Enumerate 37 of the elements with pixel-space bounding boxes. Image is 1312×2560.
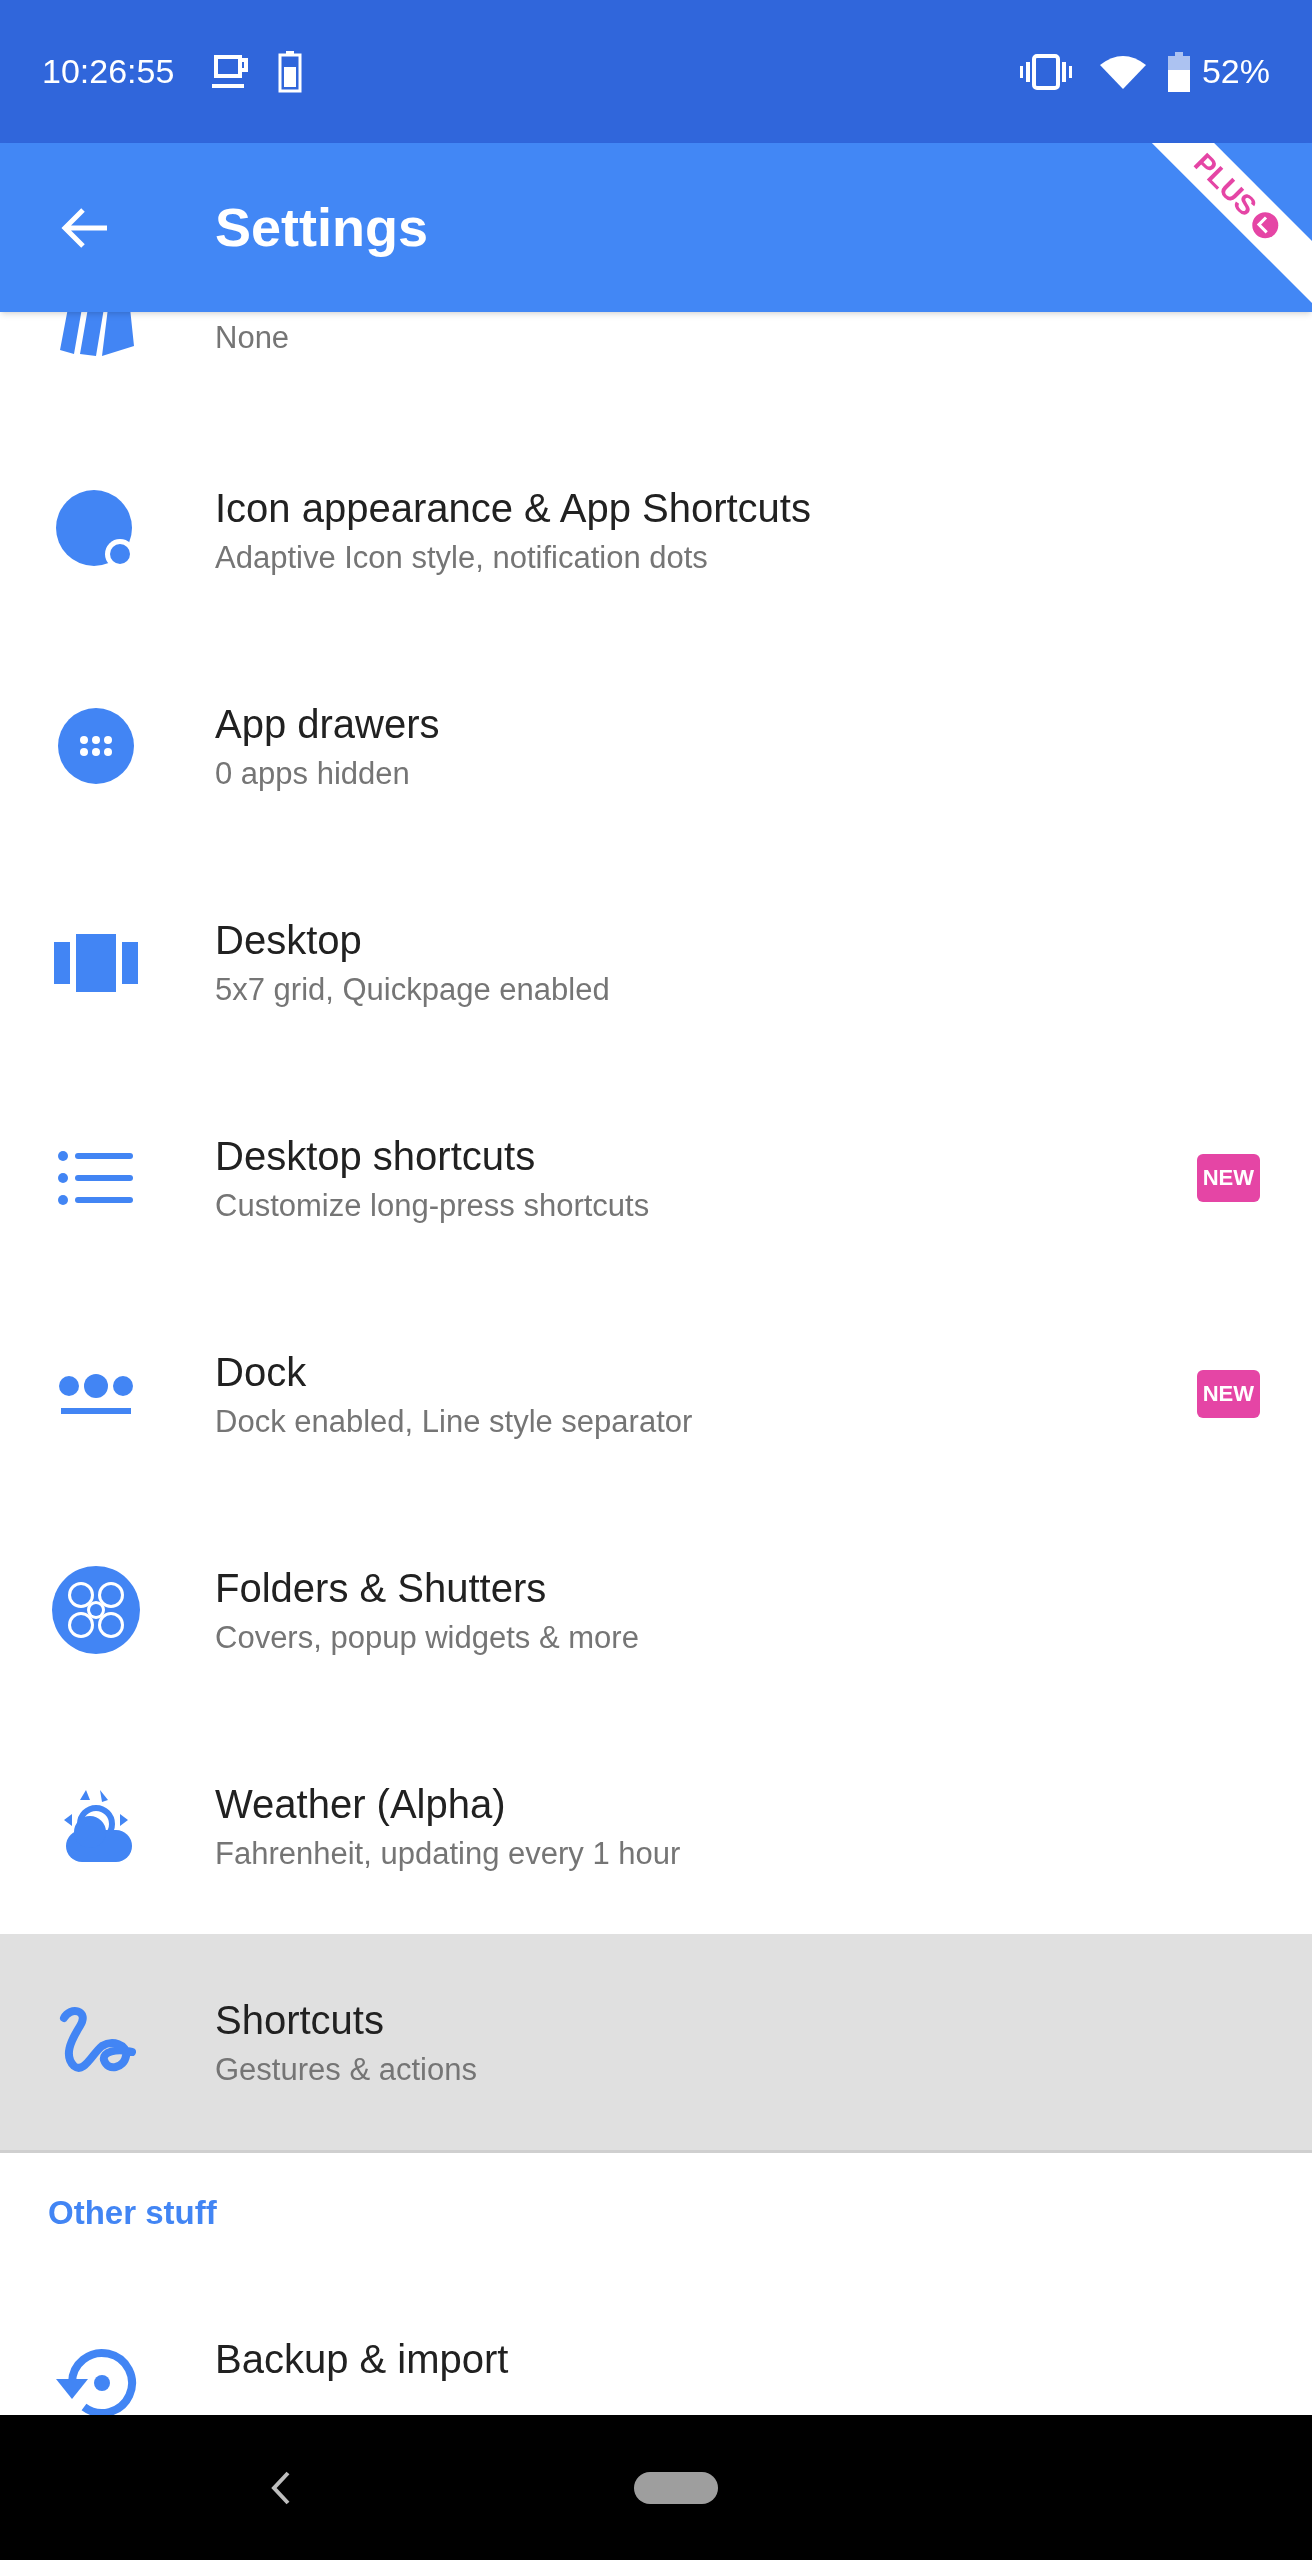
- item-subtitle: Fahrenheit, updating every 1 hour: [215, 1835, 682, 1873]
- item-title: Icon appearance & App Shortcuts: [215, 485, 812, 532]
- section-header: Other stuff: [48, 2193, 217, 2234]
- item-subtitle: Gestures & actions: [215, 2051, 478, 2089]
- item-title: Desktop shortcuts: [215, 1133, 537, 1180]
- apps-grid-icon: [56, 707, 135, 785]
- back-chevron-icon[interactable]: [270, 2469, 292, 2506]
- item-subtitle: None: [215, 319, 291, 357]
- item-title: Weather (Alpha): [215, 1781, 507, 1828]
- cup-icon: [212, 53, 251, 90]
- battery-icon: [278, 50, 303, 93]
- item-title: Folders & Shutters: [215, 1565, 548, 1612]
- item-subtitle: Dock enabled, Line style separator: [215, 1403, 694, 1441]
- home-pill[interactable]: [634, 2471, 718, 2504]
- wifi-icon: [1099, 54, 1146, 89]
- item-subtitle: 0 apps hidden: [215, 755, 411, 793]
- item-title: Desktop: [215, 917, 363, 964]
- battery-percent: 52%: [1201, 51, 1270, 92]
- dock-icon: [56, 1372, 135, 1416]
- item-title: Dock: [215, 1349, 308, 1396]
- item-subtitle: Covers, popup widgets & more: [215, 1619, 640, 1657]
- battery-icon: [1167, 51, 1190, 92]
- new-badge: NEW: [1196, 1154, 1260, 1202]
- folder-icon: [50, 1565, 141, 1655]
- item-subtitle: 5x7 grid, Quickpage enabled: [215, 971, 611, 1009]
- page-title: Settings: [215, 196, 429, 259]
- new-badge: NEW: [1196, 1370, 1260, 1418]
- list-icon: [56, 1148, 135, 1208]
- item-title: Shortcuts: [215, 1997, 385, 2044]
- vibrate-icon: [1019, 53, 1072, 90]
- item-subtitle: Customize long-press shortcuts: [215, 1187, 651, 1225]
- item-title: Backup & import: [215, 2336, 510, 2383]
- clock: 10:26:55: [42, 51, 175, 92]
- pages-icon: [53, 932, 138, 992]
- item-title: App drawers: [215, 701, 441, 748]
- settings-item[interactable]: Shortcuts Gestures & actions: [0, 1934, 1312, 2150]
- item-subtitle: Adaptive Icon style, notification dots: [215, 539, 709, 577]
